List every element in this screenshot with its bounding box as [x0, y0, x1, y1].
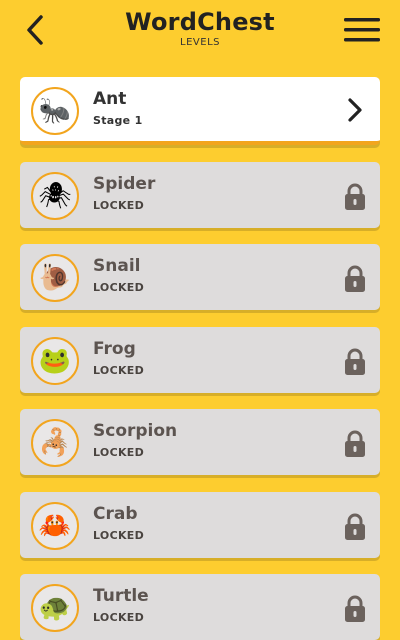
level-status: LOCKED	[93, 363, 145, 377]
level-name: Spider	[93, 173, 156, 194]
header: WordChest LEVELS	[0, 0, 400, 60]
level-status: LOCKED	[93, 446, 145, 459]
level-card-frog[interactable]: 🐸 Frog LOCKED	[20, 326, 380, 393]
back-button[interactable]	[18, 12, 52, 48]
level-status: Stage 1	[93, 114, 143, 127]
frog-icon: 🐸	[31, 336, 79, 385]
menu-button[interactable]	[342, 14, 382, 46]
level-name: Crab	[93, 503, 138, 524]
lock-icon	[345, 348, 365, 375]
level-card-turtle[interactable]: 🐢 Turtle LOCKED	[20, 574, 380, 640]
level-status: LOCKED	[93, 198, 145, 212]
level-card-snail[interactable]: 🐌 Snail LOCKED	[20, 244, 380, 310]
level-status: LOCKED	[93, 281, 145, 294]
lock-icon	[345, 183, 365, 210]
crab-icon: 🦀	[31, 501, 79, 550]
level-card-scorpion[interactable]: 🦂 Scorpion LOCKED	[20, 409, 380, 475]
level-name: Scorpion	[93, 421, 178, 441]
level-card-crab[interactable]: 🦀 Crab LOCKED	[20, 491, 380, 558]
app-title: WordChest	[125, 8, 275, 36]
ant-icon: 🐜	[31, 87, 79, 135]
level-card-ant[interactable]: 🐜 Ant Stage 1	[20, 77, 380, 145]
level-name: Ant	[93, 89, 127, 109]
page-subtitle: LEVELS	[180, 37, 220, 48]
chevron-left-icon	[27, 15, 43, 45]
level-card-spider[interactable]: 🕷 Spider LOCKED	[20, 161, 380, 228]
level-name: Snail	[93, 256, 141, 276]
scorpion-icon: 🦂	[31, 419, 79, 467]
lock-icon	[345, 265, 365, 292]
lock-icon	[345, 430, 365, 457]
level-name: Turtle	[93, 586, 149, 606]
chevron-right-icon	[348, 98, 362, 122]
level-list: 🐜 Ant Stage 1 🕷 Spider LOCKED 🐌 Snail LOCKED 🐸 Fro…	[20, 77, 380, 640]
turtle-icon: 🐢	[31, 584, 79, 632]
level-status: LOCKED	[93, 611, 145, 624]
lock-icon	[345, 595, 365, 622]
level-status: LOCKED	[93, 528, 145, 542]
spider-icon: 🕷	[31, 171, 79, 220]
snail-icon: 🐌	[31, 254, 79, 302]
title-block: WordChest LEVELS	[100, 8, 300, 49]
hamburger-menu-icon	[344, 18, 380, 42]
level-name: Frog	[93, 338, 136, 359]
lock-icon	[345, 513, 365, 540]
